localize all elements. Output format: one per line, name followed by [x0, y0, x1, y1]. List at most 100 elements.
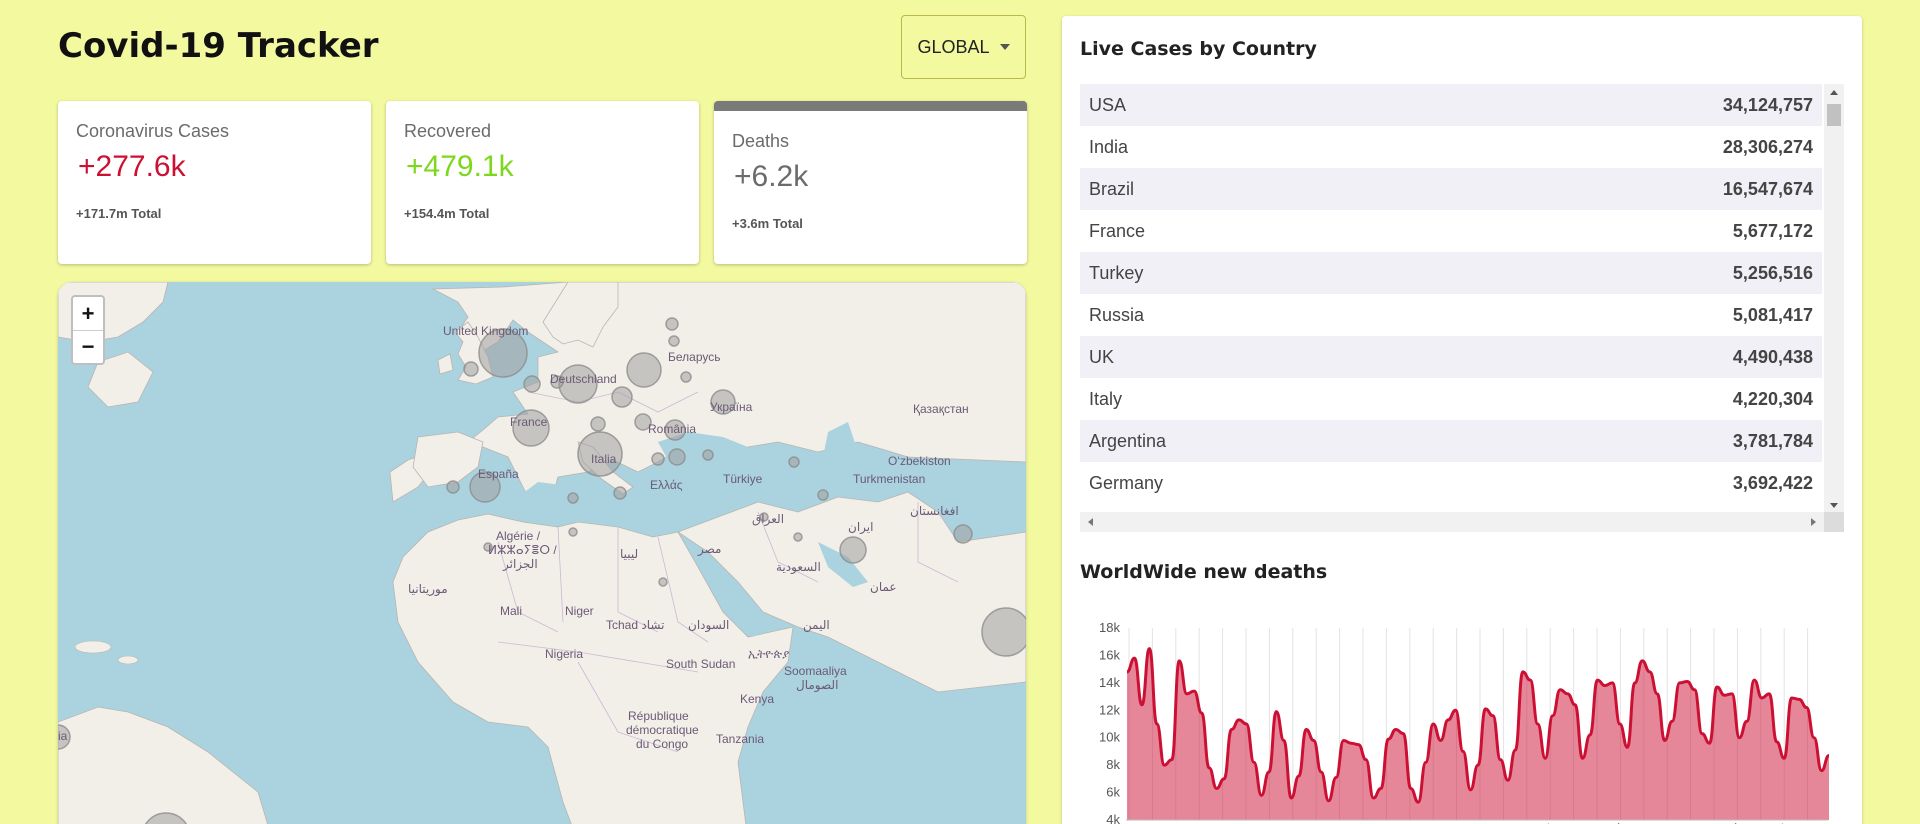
- map-label-drc-1: République: [628, 709, 689, 723]
- cases-table: USA 34,124,757 India 28,306,274 Brazil 16,547…: [1080, 84, 1822, 504]
- country-cases: 3,692,422: [1732, 472, 1813, 493]
- cases-table-title: Live Cases by Country: [1080, 38, 1317, 60]
- map-label-drc-2: démocratique: [626, 723, 699, 737]
- vertical-scrollbar[interactable]: [1824, 84, 1844, 512]
- table-row[interactable]: Turkey 5,256,516: [1080, 252, 1822, 294]
- map-label-ethiopia: ኢትዮጵያ: [748, 647, 790, 661]
- country-cases: 5,081,417: [1732, 304, 1813, 325]
- deaths-chart-svg: 2610141822262610141822263037111519232715…: [1099, 620, 1830, 824]
- x-tick-label: 26: [1420, 820, 1441, 824]
- map-label-ukraine: Україна: [710, 400, 753, 414]
- map-label-niger: Niger: [565, 604, 594, 618]
- x-tick-label: 22: [1232, 820, 1253, 824]
- map-label-sudan: السودان: [688, 618, 730, 632]
- map-label-algeria-3: الجزائر: [503, 557, 538, 571]
- country-cases: 5,256,516: [1732, 262, 1813, 283]
- x-tick-label: 21: [1747, 820, 1768, 824]
- map-label-egypt: مصر: [698, 542, 722, 556]
- map-label-belarus: Беларусь: [668, 350, 721, 364]
- y-tick-label: 18k: [1099, 620, 1120, 635]
- x-tick-label: 10: [1326, 820, 1347, 824]
- map-label-kenya: Kenya: [740, 692, 775, 706]
- horizontal-scrollbar[interactable]: [1080, 512, 1824, 532]
- table-row[interactable]: Argentina 3,781,784: [1080, 420, 1822, 462]
- series-area: [1127, 648, 1829, 820]
- deaths-chart: 2610141822262610141822263037111519232715…: [1074, 606, 1854, 824]
- map-label-uk: United Kingdom: [443, 324, 529, 338]
- y-tick-label: 8k: [1106, 757, 1120, 772]
- caret-down-icon: [999, 44, 1010, 50]
- table-row[interactable]: USA 34,124,757: [1080, 84, 1822, 126]
- deaths-total: +3.6m Total: [732, 216, 803, 231]
- map-label-mali: Mali: [500, 604, 523, 618]
- scroll-left-icon[interactable]: [1088, 518, 1093, 526]
- map-label-spain: España: [478, 467, 519, 481]
- x-tick-label: 29: [1794, 820, 1815, 824]
- y-tick-label: 16k: [1099, 647, 1120, 662]
- zoom-in-button[interactable]: +: [73, 297, 103, 330]
- x-tick-label: 26: [1256, 820, 1277, 824]
- scroll-thumb[interactable]: [1827, 104, 1841, 126]
- zoom-control: + −: [71, 295, 105, 365]
- map-label-germany: Deutschland: [550, 372, 617, 386]
- world-map[interactable]: + − United Kingdom Беларусь Deutschland …: [58, 282, 1026, 824]
- recovered-card[interactable]: Recovered +479.1k +154.4m Total: [386, 101, 699, 264]
- table-row[interactable]: France 5,677,172: [1080, 210, 1822, 252]
- y-tick-label: 14k: [1099, 675, 1120, 690]
- cases-value: +277.6k: [78, 150, 186, 183]
- country-cases: 16,547,674: [1722, 178, 1813, 199]
- x-tick-label: 15: [1537, 820, 1558, 824]
- right-panel: Live Cases by Country USA 34,124,757 India…: [1062, 16, 1862, 824]
- map-label-afghanistan: افغانستان: [910, 504, 959, 518]
- map-label-oman: عمان: [870, 580, 897, 594]
- app-title: Covid-19 Tracker: [58, 26, 379, 66]
- table-row[interactable]: India 28,306,274: [1080, 126, 1822, 168]
- map-label-greece: Ελλάς: [650, 478, 683, 492]
- x-tick-label: 30: [1443, 820, 1464, 824]
- country-cases: 5,677,172: [1732, 220, 1813, 241]
- x-tick-label: 17: [1724, 820, 1745, 824]
- country-name: Brazil: [1089, 178, 1135, 199]
- recovered-total: +154.4m Total: [404, 206, 490, 221]
- table-row[interactable]: Italy 4,220,304: [1080, 378, 1822, 420]
- map-label-france: France: [510, 415, 548, 429]
- country-name: USA: [1089, 94, 1127, 115]
- x-tick-label: 13: [1700, 820, 1721, 824]
- map-label-edge: ia: [58, 729, 68, 743]
- x-tick-label: 18: [1373, 820, 1394, 824]
- map-label-chad: Tchad تشاد: [606, 618, 665, 632]
- country-name: Turkey: [1089, 262, 1144, 283]
- scroll-up-icon[interactable]: [1830, 90, 1838, 95]
- map-label-saudi: السعودية: [776, 560, 821, 574]
- cases-table-container[interactable]: USA 34,124,757 India 28,306,274 Brazil 16,547…: [1080, 84, 1844, 534]
- map-label-kazakhstan: Қазақстан: [913, 402, 969, 416]
- scroll-down-icon[interactable]: [1830, 503, 1838, 508]
- table-row[interactable]: Brazil 16,547,674: [1080, 168, 1822, 210]
- cases-card[interactable]: Coronavirus Cases +277.6k +171.7m Total: [58, 101, 371, 264]
- recovered-value: +479.1k: [406, 150, 514, 183]
- country-name: India: [1089, 136, 1129, 157]
- y-tick-label: 6k: [1106, 785, 1120, 800]
- x-tick-label: 22: [1396, 820, 1417, 824]
- deaths-card[interactable]: Deaths +6.2k +3.6m Total: [714, 101, 1027, 264]
- table-row[interactable]: Russia 5,081,417: [1080, 294, 1822, 336]
- cases-label: Coronavirus Cases: [76, 121, 230, 141]
- deaths-label: Deaths: [732, 131, 790, 151]
- table-row[interactable]: Germany 3,692,422: [1080, 462, 1822, 504]
- map-label-turkmenistan: Turkmenistan: [853, 472, 926, 486]
- x-tick-label: 25: [1771, 820, 1792, 824]
- table-row[interactable]: UK 4,490,438: [1080, 336, 1822, 378]
- country-select[interactable]: GLOBAL: [901, 15, 1026, 79]
- recovered-label: Recovered: [404, 121, 492, 141]
- zoom-out-button[interactable]: −: [73, 330, 103, 363]
- deaths-value: +6.2k: [734, 160, 809, 193]
- scroll-right-icon[interactable]: [1811, 518, 1816, 526]
- country-name: France: [1089, 220, 1146, 241]
- country-name: Italy: [1089, 388, 1123, 409]
- y-tick-label: 4k: [1106, 812, 1120, 824]
- x-tick-label: 23: [1583, 820, 1604, 824]
- map-label-somalia-2: الصومال: [796, 678, 839, 692]
- map-label-italy: Italia: [591, 452, 617, 466]
- map-label-romania: România: [648, 422, 697, 436]
- map-label-turkey: Türkiye: [723, 472, 763, 486]
